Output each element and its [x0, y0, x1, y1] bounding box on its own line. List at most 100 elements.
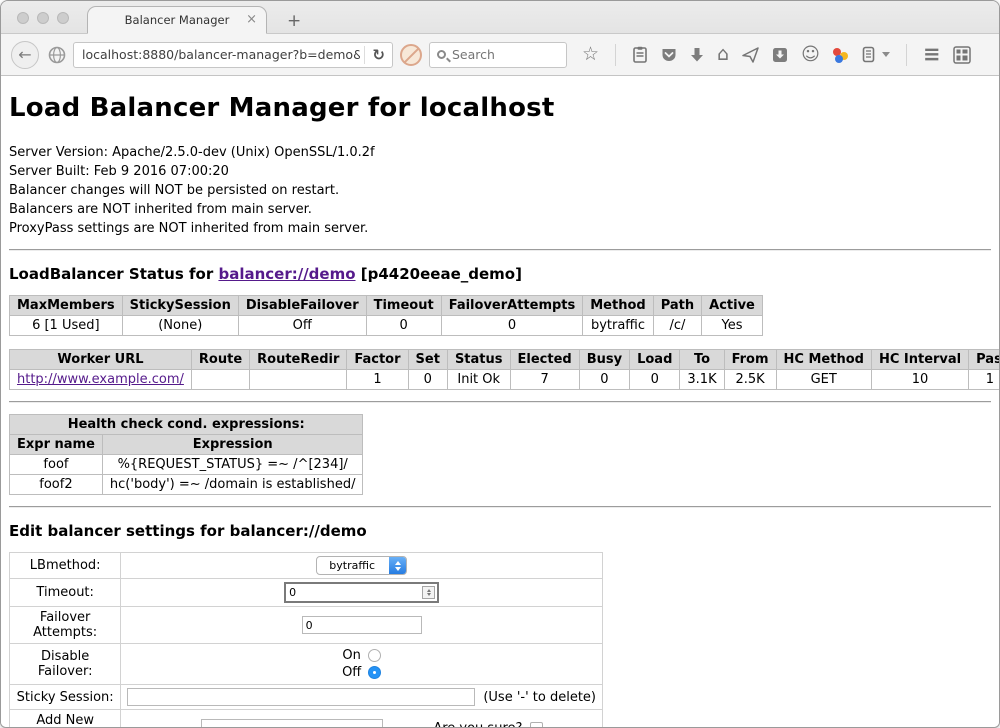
- form-row-timeout: Timeout:: [10, 579, 603, 607]
- url-text[interactable]: localhost:8880/balancer-manager?b=demo&n…: [82, 47, 360, 62]
- radio-off[interactable]: [368, 666, 381, 679]
- server-built: Server Built: Feb 9 2016 07:00:20: [9, 162, 991, 181]
- search-input[interactable]: [452, 47, 559, 62]
- home-icon[interactable]: ⌂: [717, 45, 729, 64]
- cell-failoverattempts: 0: [441, 316, 583, 336]
- failover-label: Failover Attempts:: [10, 607, 121, 644]
- worker-url-link[interactable]: http://www.example.com/: [17, 372, 184, 387]
- column-header: Status: [447, 350, 510, 370]
- navigation-toolbar: ← localhost:8880/balancer-manager?b=demo…: [1, 34, 999, 76]
- form-row-sticky: Sticky Session: (Use '-' to delete): [10, 685, 603, 710]
- form-row-add-worker: Add New Worker: Are you sure?: [10, 710, 603, 728]
- radio-on[interactable]: [368, 649, 381, 662]
- lbmethod-select[interactable]: bytraffic: [316, 556, 407, 575]
- disable-failover-label: Disable Failover:: [10, 644, 121, 685]
- health-table-title: Health check cond. expressions:: [10, 415, 363, 435]
- cell-passes: 1 (0): [969, 370, 999, 390]
- cell-status: Init Ok: [447, 370, 510, 390]
- status-heading-suffix: [p4420eeae_demo]: [356, 265, 522, 283]
- tab-groups-icon[interactable]: [953, 46, 971, 64]
- close-window-button[interactable]: [17, 12, 29, 24]
- balancer-demo-link[interactable]: balancer://demo: [218, 265, 355, 283]
- worker-row: http://www.example.com/ 1 0 Init Ok 7 0 …: [10, 370, 1000, 390]
- column-header: Set: [408, 350, 447, 370]
- cell-stickysession: (None): [122, 316, 238, 336]
- column-header: HC Method: [776, 350, 871, 370]
- downloads-icon[interactable]: [690, 47, 704, 63]
- page-content: Load Balancer Manager for localhost Serv…: [1, 76, 999, 727]
- minimize-window-button[interactable]: [37, 12, 49, 24]
- column-header: Timeout: [366, 296, 441, 316]
- browser-window: Balancer Manager × + ← localhost:8880/ba…: [0, 0, 1000, 728]
- url-bar[interactable]: localhost:8880/balancer-manager?b=demo&n…: [73, 42, 393, 68]
- content-blocked-icon[interactable]: [400, 44, 422, 66]
- column-header: Expr name: [10, 435, 103, 455]
- form-row-disable-failover: Disable Failover: On Off: [10, 644, 603, 685]
- reading-list-icon[interactable]: [632, 46, 648, 63]
- cell-expression: %{REQUEST_STATUS} =~ /^[234]/: [102, 455, 363, 475]
- container-icon[interactable]: [862, 46, 875, 63]
- lbmethod-label: LBmethod:: [10, 553, 121, 579]
- cell-disablefailover: Off: [238, 316, 366, 336]
- extension-download-icon[interactable]: [772, 47, 788, 63]
- are-you-sure-checkbox[interactable]: [530, 722, 543, 728]
- column-header: Factor: [347, 350, 408, 370]
- table-title-row: Health check cond. expressions:: [10, 415, 363, 435]
- cell-expr-name: foof: [10, 455, 103, 475]
- edit-balancer-heading: Edit balancer settings for balancer://de…: [9, 522, 991, 540]
- cell-set: 0: [408, 370, 447, 390]
- server-info: Server Version: Apache/2.5.0-dev (Unix) …: [9, 143, 991, 238]
- table-row: foof %{REQUEST_STATUS} =~ /^[234]/: [10, 455, 363, 475]
- tab-close-icon[interactable]: ×: [246, 12, 257, 27]
- menu-icon[interactable]: ≡: [923, 44, 941, 65]
- chevron-down-icon[interactable]: [882, 52, 890, 57]
- number-spinner-icon[interactable]: [422, 586, 435, 599]
- cell-path: /c/: [653, 316, 701, 336]
- lbmethod-selected-value: bytraffic: [317, 559, 389, 572]
- worker-table: Worker URL Route RouteRedir Factor Set S…: [9, 349, 999, 390]
- failover-input[interactable]: [302, 616, 422, 634]
- new-worker-input[interactable]: [201, 719, 383, 727]
- cell-maxmembers: 6 [1 Used]: [10, 316, 123, 336]
- zoom-window-button[interactable]: [57, 12, 69, 24]
- cell-routeredir: [250, 370, 347, 390]
- tab-bar: Balancer Manager × +: [1, 1, 999, 34]
- column-header: Load: [630, 350, 680, 370]
- search-bar[interactable]: [429, 42, 567, 68]
- colorful-extension-icon[interactable]: [833, 47, 849, 63]
- balancer-status-table: MaxMembers StickySession DisableFailover…: [9, 295, 763, 336]
- column-header: Elected: [510, 350, 579, 370]
- are-you-sure-label: Are you sure?: [433, 721, 522, 728]
- new-tab-button[interactable]: +: [281, 11, 307, 31]
- toolbar-divider: [906, 44, 907, 66]
- form-row-lbmethod: LBmethod: bytraffic: [10, 553, 603, 579]
- column-header: From: [724, 350, 776, 370]
- sticky-note: (Use '-' to delete): [483, 690, 596, 705]
- tab-balancer-manager[interactable]: Balancer Manager ×: [87, 6, 267, 34]
- window-controls[interactable]: [17, 12, 69, 24]
- reload-icon[interactable]: ↻: [369, 46, 388, 64]
- chat-smiley-icon[interactable]: ☺: [801, 46, 820, 64]
- sticky-session-input[interactable]: [127, 688, 475, 706]
- back-button[interactable]: ←: [11, 41, 39, 69]
- form-row-failover: Failover Attempts:: [10, 607, 603, 644]
- table-row: foof2 hc('body') =~ /domain is establish…: [10, 475, 363, 495]
- table-header-row: MaxMembers StickySession DisableFailover…: [10, 296, 763, 316]
- cell-load: 0: [630, 370, 680, 390]
- cell-method: bytraffic: [583, 316, 653, 336]
- divider: [9, 401, 991, 403]
- proxypass-note: ProxyPass settings are NOT inherited fro…: [9, 219, 991, 238]
- table-header-row: Expr name Expression: [10, 435, 363, 455]
- column-header: MaxMembers: [10, 296, 123, 316]
- persist-note: Balancer changes will NOT be persisted o…: [9, 181, 991, 200]
- bookmark-star-icon[interactable]: ☆: [582, 45, 599, 64]
- pocket-icon[interactable]: [661, 47, 677, 63]
- column-header: DisableFailover: [238, 296, 366, 316]
- timeout-input[interactable]: [286, 584, 422, 601]
- inherit-note: Balancers are NOT inherited from main se…: [9, 200, 991, 219]
- column-header: Path: [653, 296, 701, 316]
- send-tab-icon[interactable]: [742, 47, 759, 63]
- column-header: Worker URL: [10, 350, 192, 370]
- column-header: Busy: [579, 350, 629, 370]
- divider: [9, 506, 991, 508]
